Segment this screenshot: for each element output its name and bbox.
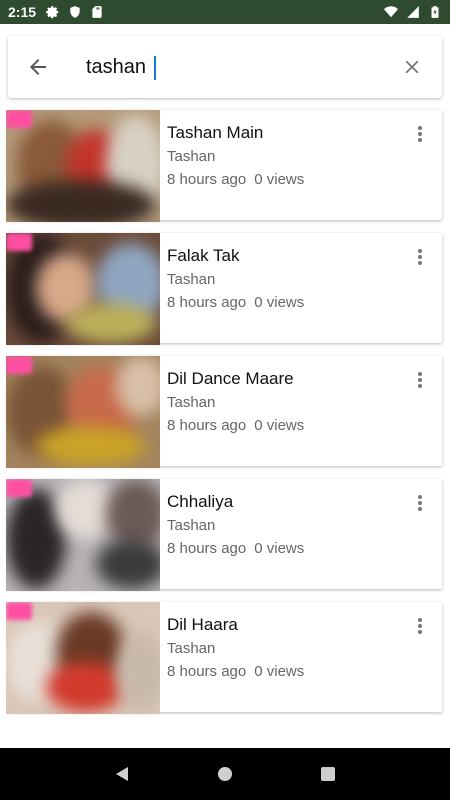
item-info: Chhaliya Tashan 8 hours ago 0 views — [167, 491, 402, 559]
item-artist: Tashan — [167, 271, 216, 288]
list-item[interactable]: Dil Dance Maare Tashan 8 hours ago 0 view… — [6, 356, 442, 468]
nav-recents-button[interactable] — [312, 758, 344, 790]
item-info: Falak Tak Tashan 8 hours ago 0 views — [167, 245, 402, 313]
circle-home-icon — [217, 767, 232, 781]
item-views: 0 views — [254, 294, 305, 311]
badge-icon — [6, 110, 32, 128]
badge-icon — [6, 356, 32, 374]
item-info: Dil Dance Maare Tashan 8 hours ago 0 view… — [167, 368, 402, 436]
item-info: Tashan Main Tashan 8 hours ago 0 views — [167, 122, 402, 190]
status-time: 2:15 — [8, 4, 37, 20]
more-vert-icon — [418, 495, 422, 511]
video-thumbnail[interactable] — [6, 110, 160, 222]
text-cursor — [154, 56, 156, 80]
item-meta: 8 hours ago 0 views — [167, 662, 402, 682]
status-icons-left — [46, 5, 104, 19]
status-icons-right — [384, 5, 442, 19]
more-options-button[interactable] — [408, 122, 432, 146]
gear-icon — [46, 6, 59, 19]
arrow-back-icon — [30, 59, 46, 75]
more-options-button[interactable] — [408, 491, 432, 515]
item-title: Tashan Main — [167, 123, 264, 142]
shield-icon — [70, 6, 80, 18]
item-views: 0 views — [254, 171, 305, 188]
item-time: 8 hours ago — [167, 417, 247, 434]
back-button[interactable] — [8, 36, 68, 98]
signal-icon — [407, 6, 419, 18]
triangle-back-icon — [115, 767, 128, 781]
wifi-icon — [384, 6, 398, 18]
badge-icon — [6, 233, 32, 251]
item-time: 8 hours ago — [167, 171, 247, 188]
item-time: 8 hours ago — [167, 294, 247, 311]
item-artist: Tashan — [167, 517, 216, 534]
item-views: 0 views — [254, 417, 305, 434]
item-meta: 8 hours ago 0 views — [167, 416, 402, 436]
list-item[interactable]: Tashan Main Tashan 8 hours ago 0 views — [6, 110, 442, 222]
item-meta: 8 hours ago 0 views — [167, 539, 402, 559]
more-vert-icon — [418, 126, 422, 142]
item-time: 8 hours ago — [167, 663, 247, 680]
badge-icon — [6, 479, 32, 497]
item-views: 0 views — [254, 663, 305, 680]
item-title: Dil Dance Maare — [167, 369, 294, 388]
item-views: 0 views — [254, 540, 305, 557]
sd-card-icon — [92, 6, 102, 18]
more-options-button[interactable] — [408, 368, 432, 392]
nav-back-button[interactable] — [106, 758, 138, 790]
clear-search-button[interactable] — [382, 36, 442, 98]
item-artist: Tashan — [167, 148, 216, 165]
search-bar — [8, 36, 442, 98]
video-thumbnail[interactable] — [6, 233, 160, 345]
list-item[interactable]: Falak Tak Tashan 8 hours ago 0 views — [6, 233, 442, 345]
video-thumbnail[interactable] — [6, 356, 160, 468]
video-thumbnail[interactable] — [6, 602, 160, 714]
video-thumbnail[interactable] — [6, 479, 160, 591]
square-recents-icon — [321, 767, 336, 781]
item-info: Dil Haara Tashan 8 hours ago 0 views — [167, 614, 402, 682]
item-meta: 8 hours ago 0 views — [167, 170, 402, 190]
item-title: Chhaliya — [167, 492, 234, 511]
item-artist: Tashan — [167, 640, 216, 657]
more-options-button[interactable] — [408, 245, 432, 269]
more-vert-icon — [418, 618, 422, 634]
list-item[interactable]: Chhaliya Tashan 8 hours ago 0 views — [6, 479, 442, 591]
more-options-button[interactable] — [408, 614, 432, 638]
item-title: Falak Tak — [167, 246, 240, 265]
item-time: 8 hours ago — [167, 540, 247, 557]
item-title: Dil Haara — [167, 615, 238, 634]
more-vert-icon — [418, 249, 422, 265]
battery-icon — [431, 6, 439, 18]
badge-icon — [6, 602, 32, 620]
search-input[interactable] — [68, 47, 382, 87]
item-meta: 8 hours ago 0 views — [167, 293, 402, 313]
item-artist: Tashan — [167, 394, 216, 411]
navigation-bar — [0, 748, 450, 800]
status-bar: 2:15 — [0, 0, 450, 24]
more-vert-icon — [418, 372, 422, 388]
nav-home-button[interactable] — [209, 758, 241, 790]
close-icon — [405, 60, 419, 74]
list-item[interactable]: Dil Haara Tashan 8 hours ago 0 views — [6, 602, 442, 714]
